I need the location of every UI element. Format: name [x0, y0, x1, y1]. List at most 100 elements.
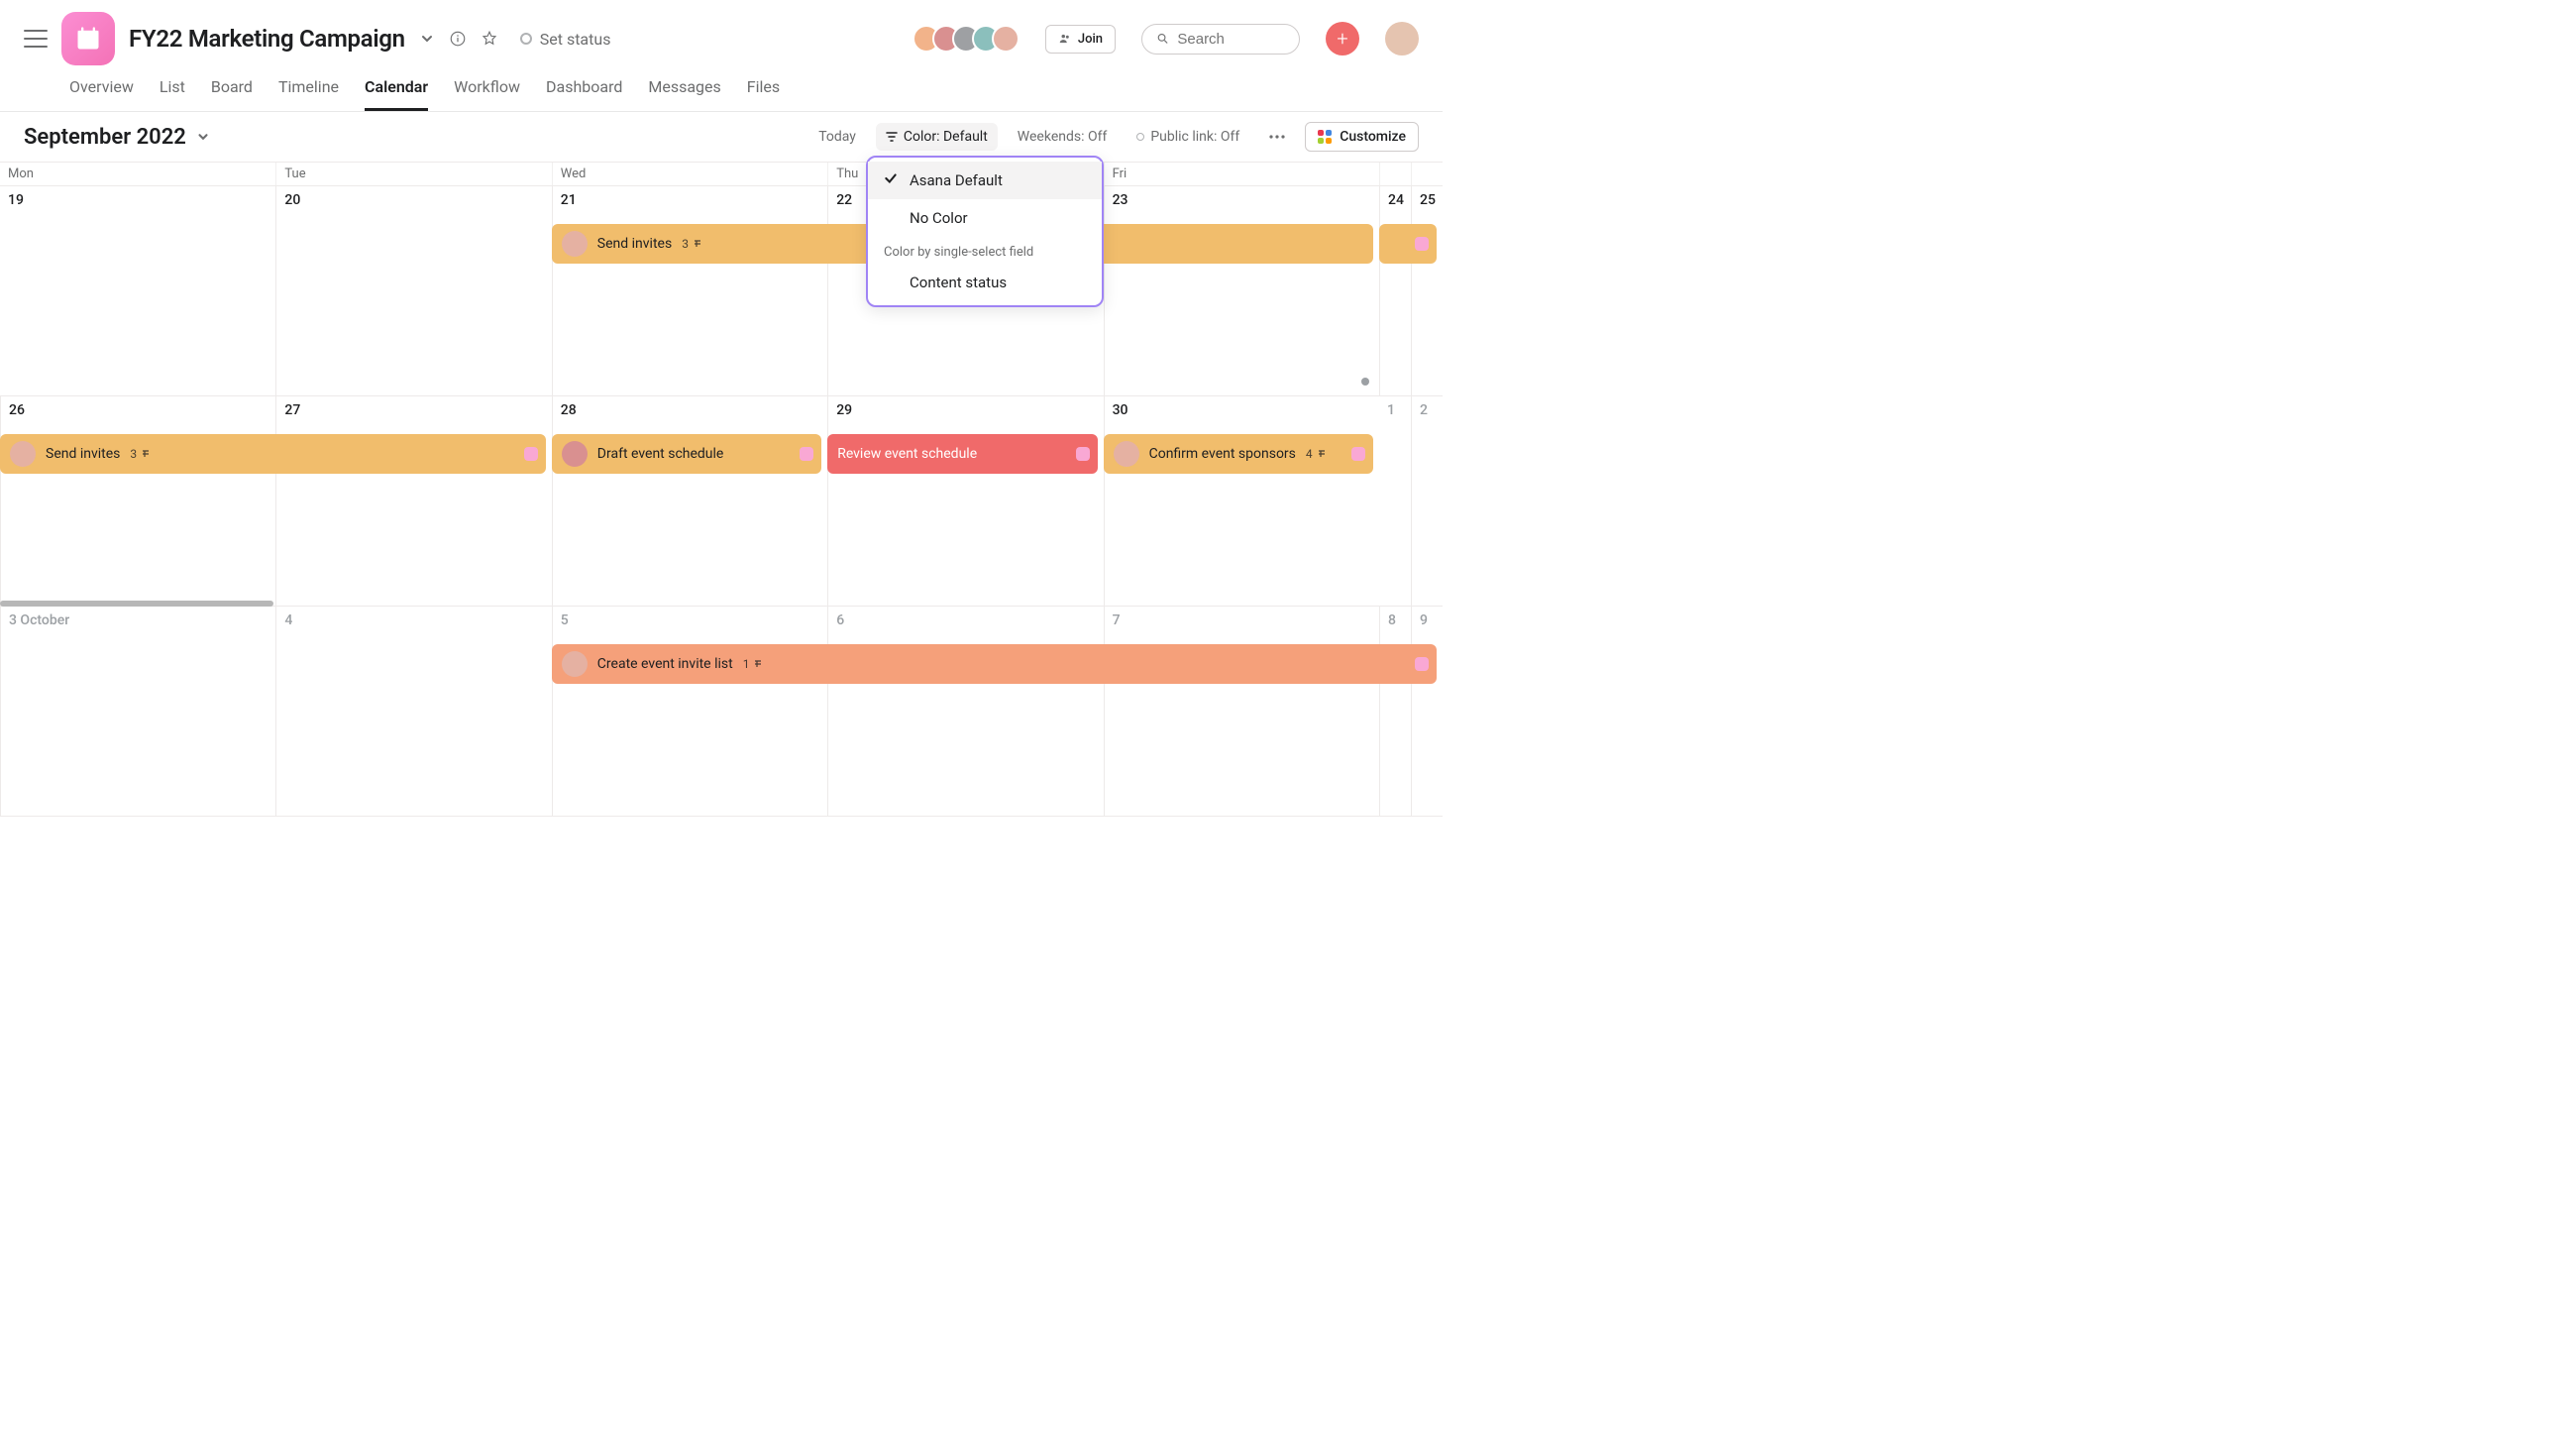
calendar-cell[interactable]: 1	[1379, 396, 1411, 607]
public-link-toggle[interactable]: Public link: Off	[1127, 123, 1249, 151]
calendar-cell[interactable]: 24	[1379, 186, 1411, 396]
member-avatars[interactable]	[920, 25, 1020, 53]
calendar-cell[interactable]: 4	[275, 607, 551, 817]
project-title[interactable]: FY22 Marketing Campaign	[129, 25, 405, 53]
calendar-cell[interactable]: 25	[1411, 186, 1443, 396]
task-tag	[1415, 237, 1429, 251]
tab-calendar[interactable]: Calendar	[365, 77, 428, 111]
calendar-cell[interactable]: 3 October	[0, 607, 275, 817]
task-bar[interactable]: Review event schedule	[827, 434, 1097, 474]
date-number: 26	[1, 402, 275, 426]
tab-files[interactable]: Files	[747, 77, 780, 111]
set-status-label: Set status	[540, 30, 611, 49]
calendar-cell[interactable]: 27	[275, 396, 551, 607]
customize-button[interactable]: Customize	[1305, 122, 1419, 152]
task-tag	[1351, 447, 1365, 461]
dropdown-item[interactable]: No Color	[868, 199, 1102, 237]
date-number: 19	[0, 192, 275, 216]
weekends-toggle[interactable]: Weekends: Off	[1008, 123, 1118, 151]
dropdown-item[interactable]: Content status	[868, 264, 1102, 301]
filter-icon	[886, 131, 898, 143]
circle-icon	[1136, 133, 1144, 141]
task-tag	[1076, 447, 1090, 461]
day-header: Wed	[552, 163, 827, 185]
subtask-count: 3	[130, 447, 152, 461]
color-dropdown: Asana DefaultNo ColorColor by single-sel…	[866, 156, 1104, 307]
date-number: 4	[276, 612, 551, 636]
task-title: Confirm event sponsors	[1149, 446, 1296, 462]
ellipsis-icon	[1269, 135, 1285, 139]
calendar-cell[interactable]: 8	[1379, 607, 1411, 817]
calendar-cell[interactable]: 28	[552, 396, 827, 607]
date-number: 27	[276, 402, 551, 426]
calendar-toolbar: September 2022 Today Color: Default Week…	[0, 112, 1443, 163]
calendar-cell[interactable]: 21	[552, 186, 827, 396]
day-header: Mon	[0, 163, 275, 185]
subtask-count: 3	[682, 237, 703, 251]
calendar-cell[interactable]: 26	[0, 396, 275, 607]
overflow-indicator[interactable]	[1361, 378, 1369, 386]
tab-board[interactable]: Board	[211, 77, 253, 111]
today-button[interactable]: Today	[808, 123, 866, 151]
date-number: 30	[1105, 402, 1379, 426]
chevron-down-icon[interactable]	[419, 31, 435, 47]
calendar-day-headers: MonTueWedThuFri	[0, 163, 1443, 186]
day-header	[1411, 163, 1443, 185]
date-number: 20	[276, 192, 551, 216]
dropdown-item[interactable]: Asana Default	[868, 162, 1102, 199]
search-input[interactable]	[1141, 24, 1300, 55]
date-number: 6	[828, 612, 1103, 636]
task-bar[interactable]: Draft event schedule	[552, 434, 821, 474]
calendar-cell[interactable]: 19	[0, 186, 275, 396]
project-icon[interactable]	[61, 12, 115, 65]
project-tabs: Overview List Board Timeline Calendar Workflo…	[0, 65, 1443, 112]
day-header: Tue	[275, 163, 551, 185]
chevron-down-icon	[196, 130, 210, 144]
date-number: 1	[1379, 402, 1411, 426]
task-bar[interactable]: Send invites3	[0, 434, 546, 474]
search-field[interactable]	[1177, 31, 1285, 48]
date-number: 2	[1412, 402, 1443, 426]
more-options-button[interactable]	[1259, 129, 1295, 145]
date-number: 21	[553, 192, 827, 216]
join-button[interactable]: Join	[1045, 25, 1116, 54]
status-circle-icon	[520, 33, 532, 45]
set-status-button[interactable]: Set status	[520, 30, 611, 49]
subtask-count: 1	[743, 657, 765, 671]
tab-overview[interactable]: Overview	[69, 77, 134, 111]
tab-timeline[interactable]: Timeline	[278, 77, 339, 111]
star-icon[interactable]	[481, 30, 498, 48]
calendar-cell[interactable]: 2	[1411, 396, 1443, 607]
tab-workflow[interactable]: Workflow	[454, 77, 520, 111]
month-picker[interactable]: September 2022	[24, 125, 210, 150]
task-bar[interactable]: Confirm event sponsors 4	[1104, 434, 1373, 474]
calendar-cell[interactable]: 6	[827, 607, 1103, 817]
assignee-avatar	[562, 651, 588, 677]
info-icon[interactable]	[449, 30, 467, 48]
calendar-cell[interactable]: 23	[1104, 186, 1379, 396]
app-header: FY22 Marketing Campaign Set status Join …	[0, 0, 1443, 65]
task-bar[interactable]: Create event invite list 1	[552, 644, 1437, 684]
subtask-count: 4	[1306, 447, 1328, 461]
task-title: Send invites	[597, 236, 672, 252]
day-header: Fri	[1104, 163, 1379, 185]
calendar-cell[interactable]: 20	[275, 186, 551, 396]
calendar-cell[interactable]: 5	[552, 607, 827, 817]
task-bar[interactable]	[1379, 224, 1437, 264]
calendar-cell[interactable]: 9	[1411, 607, 1443, 817]
menu-icon[interactable]	[24, 30, 48, 48]
color-filter-label: Color: Default	[904, 129, 988, 145]
task-tag	[524, 447, 538, 461]
current-user-avatar[interactable]	[1385, 22, 1419, 56]
tab-dashboard[interactable]: Dashboard	[546, 77, 622, 111]
join-label: Join	[1078, 32, 1103, 47]
calendar-cell[interactable]: 30	[1104, 396, 1379, 607]
assignee-avatar	[10, 441, 36, 467]
calendar-cell[interactable]: 7	[1104, 607, 1379, 817]
calendar-cell[interactable]: 29	[827, 396, 1103, 607]
color-filter-button[interactable]: Color: Default	[876, 123, 998, 151]
tab-messages[interactable]: Messages	[648, 77, 720, 111]
task-title: Create event invite list	[597, 656, 733, 672]
create-button[interactable]: +	[1326, 22, 1359, 56]
tab-list[interactable]: List	[160, 77, 185, 111]
